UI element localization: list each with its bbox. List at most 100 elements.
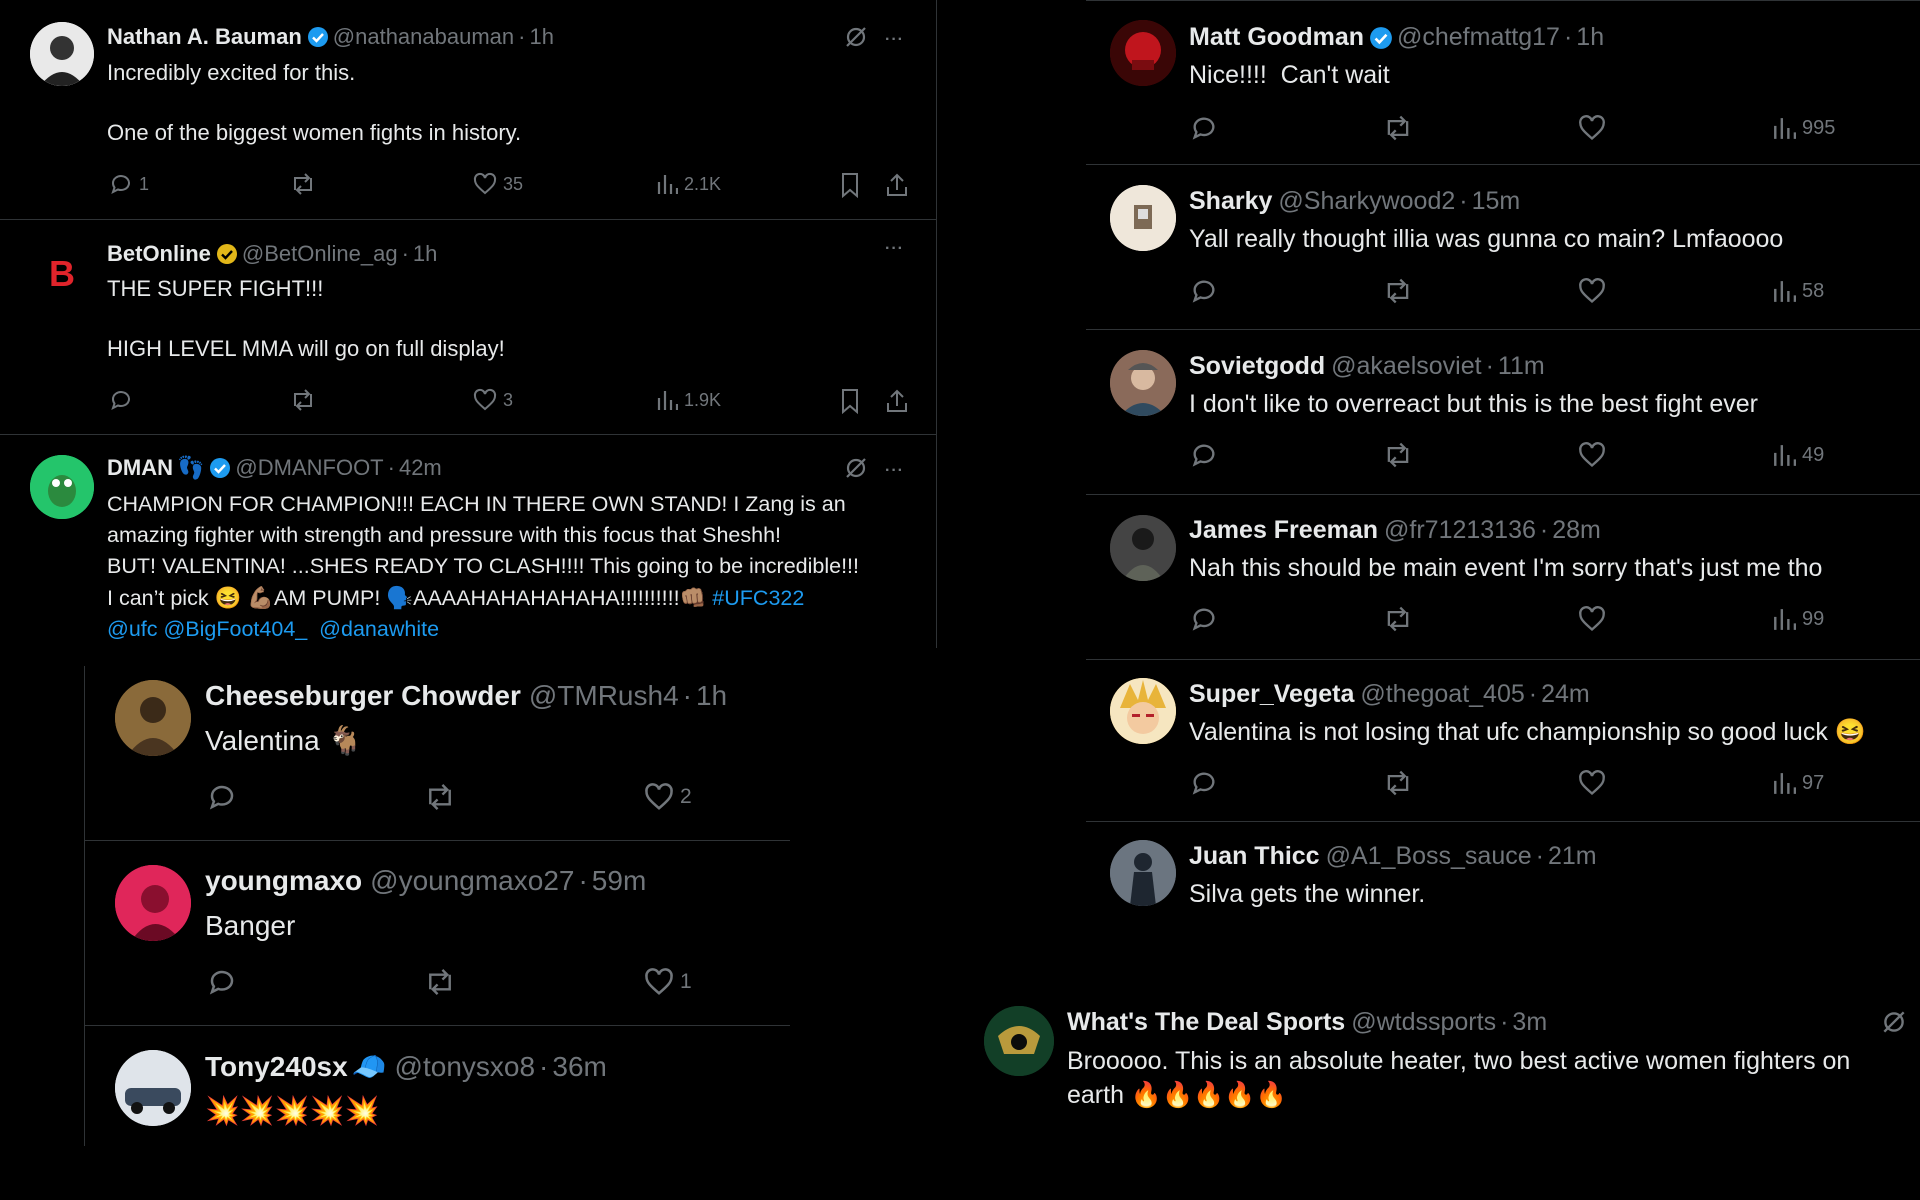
share-button[interactable] <box>885 172 909 198</box>
avatar[interactable] <box>1110 350 1176 416</box>
reply-button[interactable] <box>207 967 237 997</box>
like-button[interactable] <box>1578 769 1606 797</box>
retweet-button[interactable] <box>289 172 317 196</box>
handle[interactable]: @nathanabauman <box>333 24 514 50</box>
more-options-icon[interactable]: ··· <box>885 31 904 49</box>
avatar[interactable] <box>984 1006 1054 1076</box>
handle[interactable]: @Sharkywood2 <box>1278 187 1455 216</box>
like-button[interactable]: 35 <box>473 172 523 196</box>
avatar[interactable]: B <box>30 242 94 306</box>
avatar[interactable] <box>115 865 191 941</box>
avatar[interactable] <box>30 455 94 519</box>
display-name[interactable]: DMAN <box>107 455 173 481</box>
handle[interactable]: @TMRush4 <box>529 680 679 712</box>
timestamp[interactable]: 3m <box>1512 1008 1547 1037</box>
handle[interactable]: @fr71213136 <box>1384 516 1536 545</box>
like-button[interactable]: 1 <box>644 967 692 997</box>
retweet-button[interactable] <box>1382 441 1414 469</box>
reply-cheeseburger[interactable]: Cheeseburger Chowder @TMRush4 · 1h Valen… <box>85 666 790 840</box>
avatar[interactable] <box>1110 678 1176 744</box>
reply-button[interactable] <box>1190 605 1218 633</box>
timestamp[interactable]: 21m <box>1548 842 1597 871</box>
handle[interactable]: @tonysxo8 <box>395 1051 536 1083</box>
timestamp[interactable]: 1h <box>529 24 553 50</box>
display-name[interactable]: Sharky <box>1189 187 1272 216</box>
reply-button[interactable] <box>1190 769 1218 797</box>
reply-james-freeman[interactable]: James Freeman @fr71213136 · 28m Nah this… <box>1086 495 1920 659</box>
views-button[interactable]: 1.9K <box>656 388 721 412</box>
timestamp[interactable]: 11m <box>1498 352 1545 381</box>
handle[interactable]: @A1_Boss_sauce <box>1326 842 1532 871</box>
display-name[interactable]: Nathan A. Bauman <box>107 24 302 50</box>
reply-button[interactable] <box>109 388 139 412</box>
retweet-button[interactable] <box>1382 277 1414 305</box>
timestamp[interactable]: 42m <box>399 455 442 481</box>
like-button[interactable]: 3 <box>473 388 513 412</box>
reply-button[interactable] <box>207 782 237 812</box>
more-options-icon[interactable]: ··· <box>885 462 904 480</box>
handle[interactable]: @DMANFOOT <box>235 455 383 481</box>
timestamp[interactable]: 15m <box>1472 187 1521 216</box>
reply-button[interactable]: 1 <box>109 172 149 196</box>
timestamp[interactable]: 59m <box>592 865 646 897</box>
display-name[interactable]: BetOnline <box>107 241 211 267</box>
handle[interactable]: @chefmattg17 <box>1397 23 1560 52</box>
retweet-button[interactable] <box>1382 605 1414 633</box>
reply-button[interactable] <box>1190 277 1218 305</box>
retweet-button[interactable] <box>1382 114 1414 142</box>
avatar[interactable] <box>1110 185 1176 251</box>
display-name[interactable]: What's The Deal Sports <box>1067 1008 1345 1037</box>
avatar[interactable] <box>1110 515 1176 581</box>
timestamp[interactable]: 24m <box>1541 680 1590 709</box>
like-button[interactable] <box>1578 114 1606 142</box>
avatar[interactable] <box>30 22 94 86</box>
views-button[interactable]: 995 <box>1772 114 1835 142</box>
display-name[interactable]: Tony240sx <box>205 1051 348 1083</box>
display-name[interactable]: Super_Vegeta <box>1189 680 1354 709</box>
timestamp[interactable]: 28m <box>1552 516 1601 545</box>
timestamp[interactable]: 1h <box>696 680 727 712</box>
timestamp[interactable]: 36m <box>552 1051 606 1083</box>
grok-icon[interactable] <box>843 455 869 486</box>
avatar[interactable] <box>1110 840 1176 906</box>
tweet-whats-the-deal-sports[interactable]: What's The Deal Sports @wtdssports · 3m … <box>980 990 1920 1140</box>
like-button[interactable]: 2 <box>644 782 692 812</box>
display-name[interactable]: Matt Goodman <box>1189 23 1364 52</box>
bookmark-button[interactable] <box>839 172 861 198</box>
reply-super-vegeta[interactable]: Super_Vegeta @thegoat_405 · 24m Valentin… <box>1086 660 1920 820</box>
views-button[interactable]: 2.1K <box>656 172 721 196</box>
avatar[interactable] <box>115 1050 191 1126</box>
retweet-button[interactable] <box>423 782 457 812</box>
display-name[interactable]: Sovietgodd <box>1189 352 1325 381</box>
handle[interactable]: @wtdssports <box>1351 1008 1496 1037</box>
retweet-button[interactable] <box>423 967 457 997</box>
display-name[interactable]: Juan Thicc <box>1189 842 1320 871</box>
more-options-icon[interactable]: ··· <box>885 240 904 258</box>
like-button[interactable] <box>1578 605 1606 633</box>
retweet-button[interactable] <box>289 388 317 412</box>
timestamp[interactable]: 1h <box>413 241 437 267</box>
grok-icon[interactable] <box>843 24 869 55</box>
bookmark-button[interactable] <box>839 388 861 414</box>
views-button[interactable]: 99 <box>1772 605 1824 633</box>
reply-matt-goodman[interactable]: Matt Goodman @chefmattg17 · 1h Nice!!!! … <box>1086 1 1920 164</box>
timestamp[interactable]: 1h <box>1576 23 1604 52</box>
like-button[interactable] <box>1578 441 1606 469</box>
avatar[interactable] <box>1110 20 1176 86</box>
like-button[interactable] <box>1578 277 1606 305</box>
reply-juan-thicc[interactable]: Juan Thicc @A1_Boss_sauce · 21m Silva ge… <box>1086 822 1920 952</box>
display-name[interactable]: Cheeseburger Chowder <box>205 680 521 712</box>
views-button[interactable]: 58 <box>1772 277 1824 305</box>
reply-tony240sx[interactable]: Tony240sx 🧢 @tonysxo8 · 36m 💥💥💥💥💥 <box>85 1026 790 1146</box>
reply-youngmaxo[interactable]: youngmaxo @youngmaxo27 · 59m Banger 1 <box>85 841 790 1025</box>
reply-sharky[interactable]: Sharky @Sharkywood2 · 15m Yall really th… <box>1086 165 1920 329</box>
tweet-dman[interactable]: DMAN 👣 @DMANFOOT · 42m ··· CHAMPION FOR … <box>0 435 936 648</box>
tweet-betonline[interactable]: B BetOnline @BetOnline_ag · 1h ··· THE S… <box>0 220 936 434</box>
views-button[interactable]: 49 <box>1772 441 1824 469</box>
display-name[interactable]: James Freeman <box>1189 516 1378 545</box>
handle[interactable]: @akaelsoviet <box>1331 352 1481 381</box>
handle[interactable]: @youngmaxo27 <box>370 865 574 897</box>
avatar[interactable] <box>115 680 191 756</box>
tweet-nathan[interactable]: Nathan A. Bauman @nathanabauman · 1h ···… <box>0 0 936 218</box>
mention-links[interactable]: @ufc @BigFoot404_ @danawhite <box>107 617 439 641</box>
